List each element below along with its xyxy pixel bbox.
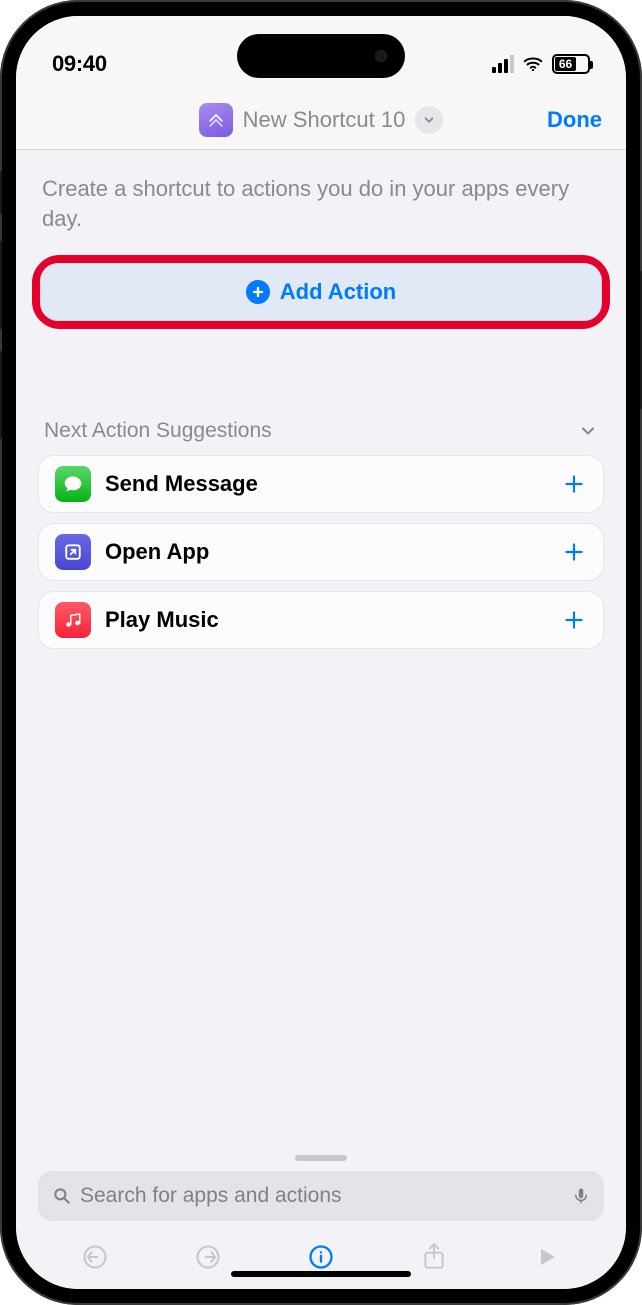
chevron-down-icon[interactable] (415, 106, 443, 134)
add-action-highlight: Add Action (32, 255, 610, 329)
suggestions-header[interactable]: Next Action Suggestions (38, 419, 604, 455)
sheet-grabber[interactable] (295, 1155, 347, 1161)
undo-button[interactable] (80, 1242, 110, 1272)
suggestion-label: Open App (105, 539, 547, 565)
add-action-label: Add Action (280, 279, 397, 305)
redo-button[interactable] (193, 1242, 223, 1272)
share-button[interactable] (419, 1242, 449, 1272)
status-time: 09:40 (52, 51, 107, 77)
suggestion-label: Send Message (105, 471, 547, 497)
play-button[interactable] (532, 1242, 562, 1272)
nav-bar: New Shortcut 10 Done (16, 90, 626, 150)
shortcut-title: New Shortcut 10 (243, 107, 406, 133)
add-icon[interactable] (561, 471, 587, 497)
done-button[interactable]: Done (547, 107, 602, 133)
chevron-down-icon (578, 421, 598, 441)
suggestion-send-message[interactable]: Send Message (38, 455, 604, 513)
search-area (16, 1155, 626, 1225)
content-area: Create a shortcut to actions you do in y… (16, 150, 626, 1155)
search-icon (52, 1186, 72, 1206)
device-frame: 09:40 66 (0, 0, 642, 1305)
suggestion-label: Play Music (105, 607, 547, 633)
bottom-toolbar (16, 1225, 626, 1289)
dynamic-island (237, 34, 405, 78)
add-icon[interactable] (561, 607, 587, 633)
plus-circle-icon (246, 280, 270, 304)
open-app-icon (55, 534, 91, 570)
messages-icon (55, 466, 91, 502)
intro-text: Create a shortcut to actions you do in y… (38, 174, 604, 233)
info-button[interactable] (306, 1242, 336, 1272)
microphone-icon[interactable] (572, 1184, 590, 1208)
suggestion-open-app[interactable]: Open App (38, 523, 604, 581)
suggestion-play-music[interactable]: Play Music (38, 591, 604, 649)
cellular-signal-icon (492, 55, 514, 73)
search-input[interactable] (80, 1184, 564, 1208)
music-icon (55, 602, 91, 638)
suggestions-title: Next Action Suggestions (44, 419, 272, 443)
suggestion-list: Send Message Open App (38, 455, 604, 649)
screen: 09:40 66 (16, 16, 626, 1289)
home-indicator[interactable] (231, 1271, 411, 1277)
battery-indicator: 66 (552, 54, 590, 74)
search-field[interactable] (38, 1171, 604, 1221)
shortcuts-app-icon (199, 103, 233, 137)
add-icon[interactable] (561, 539, 587, 565)
shortcut-title-group[interactable]: New Shortcut 10 (199, 103, 444, 137)
add-action-button[interactable]: Add Action (40, 263, 602, 321)
wifi-icon (522, 53, 544, 75)
